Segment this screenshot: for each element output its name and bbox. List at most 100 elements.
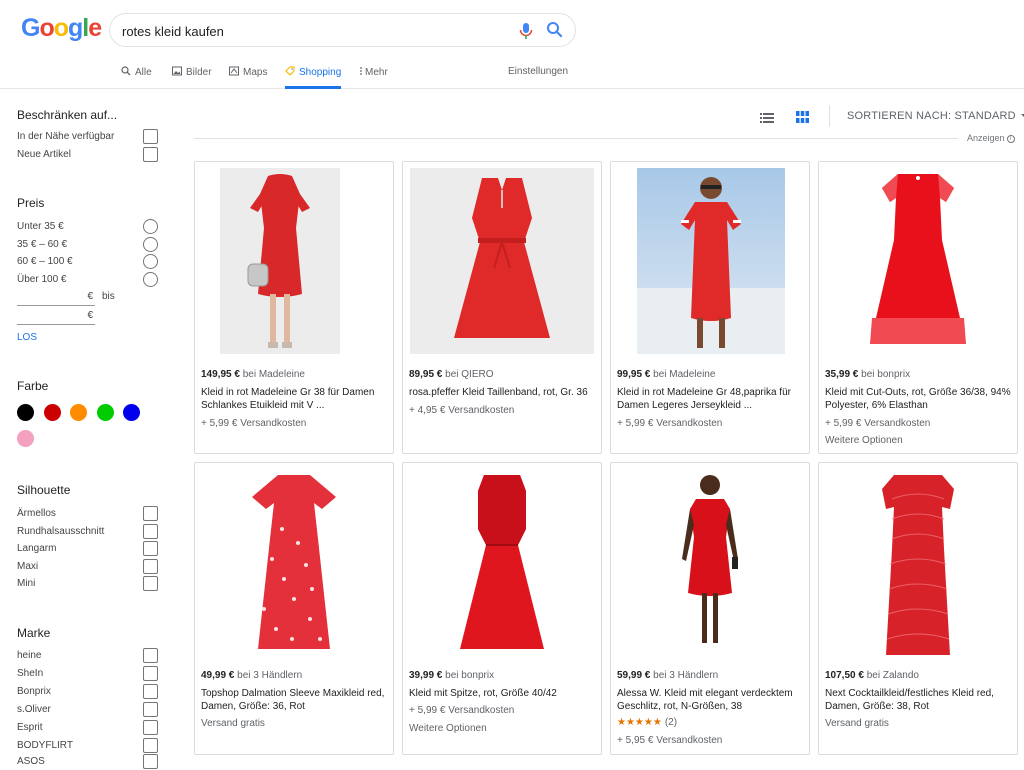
radio-button[interactable] xyxy=(143,254,158,269)
color-swatch-red[interactable] xyxy=(44,404,61,421)
price-min-input[interactable]: € xyxy=(17,291,95,306)
product-image[interactable] xyxy=(410,168,594,354)
product-image[interactable] xyxy=(220,168,340,354)
more-options-link[interactable]: Weitere Optionen xyxy=(825,435,903,446)
restrict-title: Beschränken auf... xyxy=(17,108,118,122)
product-title[interactable]: Kleid mit Cut-Outs, rot, Größe 36/38, 94… xyxy=(825,386,1013,412)
checkbox[interactable] xyxy=(143,684,158,699)
product-price: 49,99 € bei 3 Händlern xyxy=(201,670,303,681)
product-price: 39,99 € bei bonprix xyxy=(409,670,495,681)
rating-stars[interactable]: ★★★★★ (2) xyxy=(617,717,677,728)
checkbox[interactable] xyxy=(143,576,158,591)
tab-bilder[interactable]: Bilder xyxy=(172,66,212,89)
brand-asos[interactable]: ASOS xyxy=(17,754,159,770)
product-title[interactable]: Kleid mit Spitze, rot, Größe 40/42 xyxy=(409,687,597,700)
grid-view-icon[interactable] xyxy=(796,110,809,123)
settings-link[interactable]: Einstellungen xyxy=(508,66,568,77)
checkbox[interactable] xyxy=(143,559,158,574)
price-go-button[interactable]: LOS xyxy=(17,332,37,343)
product-title[interactable]: Alessa W. Kleid mit elegant verdecktem G… xyxy=(617,687,805,713)
brand-esprit[interactable]: Esprit xyxy=(17,720,159,736)
ads-label[interactable]: Anzeigen i xyxy=(967,133,1015,143)
price-60-100[interactable]: 60 € – 100 € xyxy=(17,254,159,270)
brand-soliver[interactable]: s.Oliver xyxy=(17,702,159,718)
checkbox[interactable] xyxy=(143,541,158,556)
tab-shopping[interactable]: Shopping xyxy=(285,66,342,89)
product-title[interactable]: Kleid in rot Madeleine Gr 48,paprika für… xyxy=(617,386,805,412)
brand-bodyflirt[interactable]: BODYFLIRT xyxy=(17,738,159,754)
price-under-35[interactable]: Unter 35 € xyxy=(17,219,159,235)
checkbox[interactable] xyxy=(143,648,158,663)
radio-button[interactable] xyxy=(143,237,158,252)
header: Google Alle Bilder xyxy=(0,0,1024,89)
list-view-icon[interactable] xyxy=(760,111,774,123)
checkbox[interactable] xyxy=(143,720,158,735)
tab-alle[interactable]: Alle xyxy=(121,66,152,89)
tab-maps[interactable]: Maps xyxy=(229,66,267,89)
search-input[interactable] xyxy=(122,21,502,41)
filter-new-items[interactable]: Neue Artikel xyxy=(17,147,159,163)
price-title: Preis xyxy=(17,196,45,210)
price-max-input[interactable]: € xyxy=(17,310,95,325)
product-card[interactable]: 39,99 € bei bonprix Kleid mit Spitze, ro… xyxy=(402,462,602,755)
product-card[interactable]: 89,95 € bei QIERO rosa.pfeffer Kleid Tai… xyxy=(402,161,602,454)
filter-nearby[interactable]: In der Nähe verfügbar xyxy=(17,129,159,145)
radio-button[interactable] xyxy=(143,219,158,234)
search-icon[interactable] xyxy=(545,20,565,40)
product-image[interactable] xyxy=(826,469,1010,655)
checkbox[interactable] xyxy=(143,524,158,539)
checkbox[interactable] xyxy=(143,702,158,717)
color-swatch-blue[interactable] xyxy=(123,404,140,421)
tab-mehr[interactable]: Mehr xyxy=(359,66,388,89)
product-card[interactable]: 107,50 € bei Zalando Next Cocktailkleid/… xyxy=(818,462,1018,755)
product-shipping: + 4,95 € Versandkosten xyxy=(409,405,515,416)
product-image[interactable] xyxy=(410,469,594,655)
radio-button[interactable] xyxy=(143,272,158,287)
silhouette-mini[interactable]: Mini xyxy=(17,576,159,592)
silhouette-long-sleeve[interactable]: Langarm xyxy=(17,541,159,557)
color-swatch-orange[interactable] xyxy=(70,404,87,421)
silhouette-sleeveless[interactable]: Ärmellos xyxy=(17,506,159,522)
brand-bonprix[interactable]: Bonprix xyxy=(17,684,159,700)
product-price: 89,95 € bei QIERO xyxy=(409,369,494,380)
microphone-icon[interactable] xyxy=(517,21,535,41)
product-card[interactable]: 35,99 € bei bonprix Kleid mit Cut-Outs, … xyxy=(818,161,1018,454)
product-shipping: + 5,99 € Versandkosten xyxy=(825,418,931,429)
product-image[interactable] xyxy=(637,168,785,354)
brand-shein[interactable]: SheIn xyxy=(17,666,159,682)
more-options-link[interactable]: Weitere Optionen xyxy=(409,723,487,734)
product-price: 59,99 € bei 3 Händlern xyxy=(617,670,719,681)
checkbox[interactable] xyxy=(143,147,158,162)
checkbox[interactable] xyxy=(143,506,158,521)
product-title[interactable]: rosa.pfeffer Kleid Taillenband, rot, Gr.… xyxy=(409,386,597,399)
silhouette-maxi[interactable]: Maxi xyxy=(17,559,159,575)
product-card[interactable]: 99,95 € bei Madeleine Kleid in rot Madel… xyxy=(610,161,810,454)
product-card[interactable]: 59,99 € bei 3 Händlern Alessa W. Kleid m… xyxy=(610,462,810,755)
product-price: 99,95 € bei Madeleine xyxy=(617,369,716,380)
product-image[interactable] xyxy=(202,469,386,655)
search-box[interactable] xyxy=(109,13,576,47)
price-35-60[interactable]: 35 € – 60 € xyxy=(17,237,159,253)
brand-heine[interactable]: heine xyxy=(17,648,159,664)
map-icon xyxy=(229,66,239,79)
checkbox[interactable] xyxy=(143,754,158,769)
product-title[interactable]: Kleid in rot Madeleine Gr 38 für Damen S… xyxy=(201,386,389,412)
silhouette-round-neck[interactable]: Rundhalsausschnitt xyxy=(17,524,159,540)
tag-icon xyxy=(285,66,295,79)
product-image[interactable] xyxy=(618,469,802,655)
color-swatch-pink[interactable] xyxy=(17,430,34,447)
checkbox[interactable] xyxy=(143,666,158,681)
price-over-100[interactable]: Über 100 € xyxy=(17,272,159,288)
google-logo[interactable]: Google xyxy=(21,14,102,43)
checkbox[interactable] xyxy=(143,129,158,144)
color-swatch-green[interactable] xyxy=(97,404,114,421)
product-shipping: + 5,99 € Versandkosten xyxy=(201,418,307,429)
checkbox[interactable] xyxy=(143,738,158,753)
color-swatch-black[interactable] xyxy=(17,404,34,421)
sort-dropdown[interactable]: SORTIEREN NACH: STANDARD xyxy=(847,110,1024,122)
product-card[interactable]: 149,95 € bei Madeleine Kleid in rot Made… xyxy=(194,161,394,454)
product-card[interactable]: 49,99 € bei 3 Händlern Topshop Dalmation… xyxy=(194,462,394,755)
product-title[interactable]: Topshop Dalmation Sleeve Maxikleid red, … xyxy=(201,687,389,713)
product-image[interactable] xyxy=(826,168,1010,354)
product-title[interactable]: Next Cocktailkleid/festliches Kleid red,… xyxy=(825,687,1013,713)
